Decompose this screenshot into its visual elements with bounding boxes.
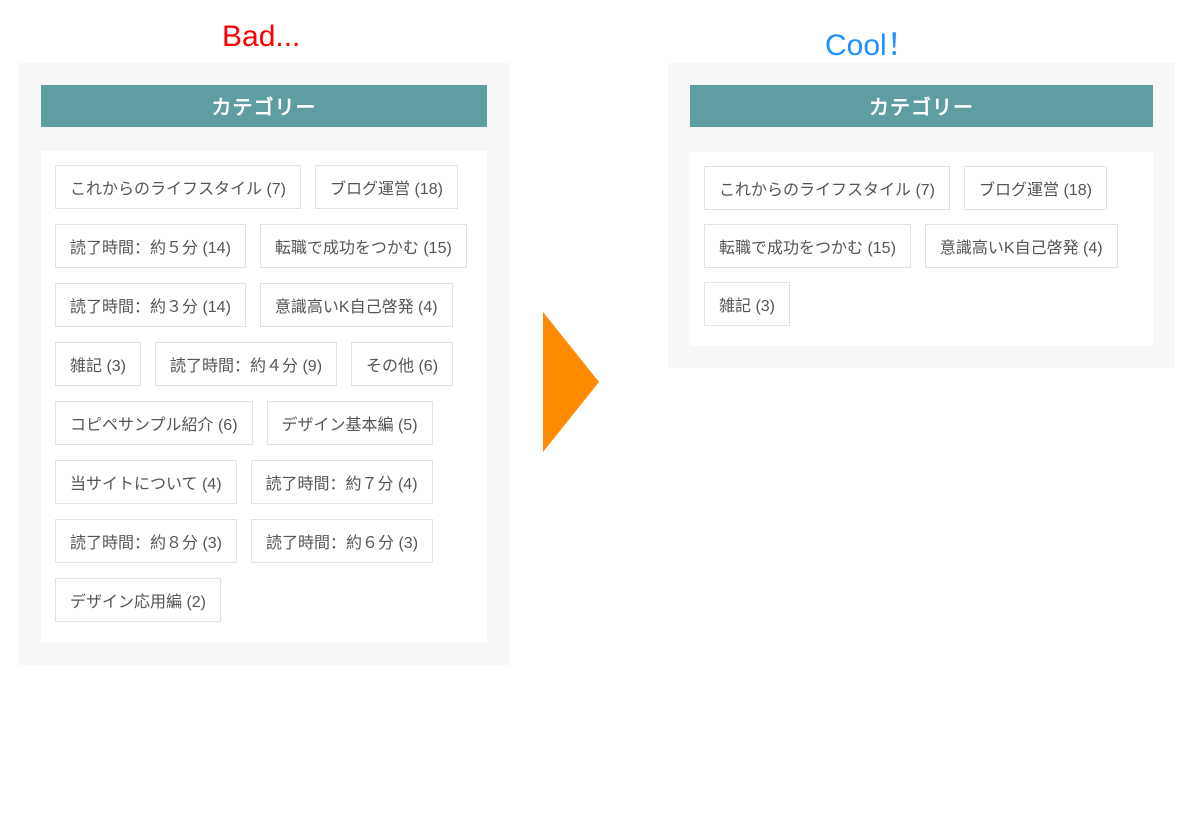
bad-tag-4[interactable]: 読了時間：約３分 (14): [55, 283, 246, 327]
bad-tag-7[interactable]: 読了時間：約４分 (9): [155, 342, 337, 386]
bad-tag-9[interactable]: コピペサンプル紹介 (6): [55, 401, 253, 445]
category-header-cool: カテゴリー: [690, 85, 1153, 127]
panel-cool: カテゴリー これからのライフスタイル (7) ブログ運営 (18) 転職で成功をつか…: [668, 63, 1175, 368]
heading-cool: Cool！: [825, 20, 917, 64]
category-header-bad: カテゴリー: [41, 85, 487, 127]
bad-tag-14[interactable]: 読了時間：約６分 (3): [251, 519, 433, 563]
cool-tag-4[interactable]: 雑記 (3): [704, 282, 790, 326]
tags-bad-container: これからのライフスタイル (7) ブログ運営 (18) 読了時間：約５分 (14) 転…: [41, 151, 487, 643]
bad-tag-10[interactable]: デザイン基本編 (5): [267, 401, 433, 445]
bad-tag-5[interactable]: 意識高いK自己啓発 (4): [260, 283, 453, 327]
bad-tag-13[interactable]: 読了時間：約８分 (3): [55, 519, 237, 563]
bad-tag-1[interactable]: ブログ運営 (18): [315, 165, 458, 209]
bad-tag-3[interactable]: 転職で成功をつかむ (15): [260, 224, 467, 268]
arrow-icon: [543, 312, 599, 452]
cool-tag-1[interactable]: ブログ運営 (18): [964, 166, 1107, 210]
bad-tag-2[interactable]: 読了時間：約５分 (14): [55, 224, 246, 268]
bad-tag-0[interactable]: これからのライフスタイル (7): [55, 165, 301, 209]
cool-tag-0[interactable]: これからのライフスタイル (7): [704, 166, 950, 210]
cool-tag-2[interactable]: 転職で成功をつかむ (15): [704, 224, 911, 268]
bad-tag-6[interactable]: 雑記 (3): [55, 342, 141, 386]
bad-tag-8[interactable]: その他 (6): [351, 342, 453, 386]
cool-tag-3[interactable]: 意識高いK自己啓発 (4): [925, 224, 1118, 268]
bad-tag-11[interactable]: 当サイトについて (4): [55, 460, 237, 504]
panel-bad: カテゴリー これからのライフスタイル (7) ブログ運営 (18) 読了時間：約５分…: [19, 63, 509, 665]
heading-bad: Bad...: [222, 20, 300, 54]
tags-cool-container: これからのライフスタイル (7) ブログ運営 (18) 転職で成功をつかむ (15)…: [690, 152, 1153, 346]
bad-tag-15[interactable]: デザイン応用編 (2): [55, 578, 221, 622]
bad-tag-12[interactable]: 読了時間：約７分 (4): [251, 460, 433, 504]
